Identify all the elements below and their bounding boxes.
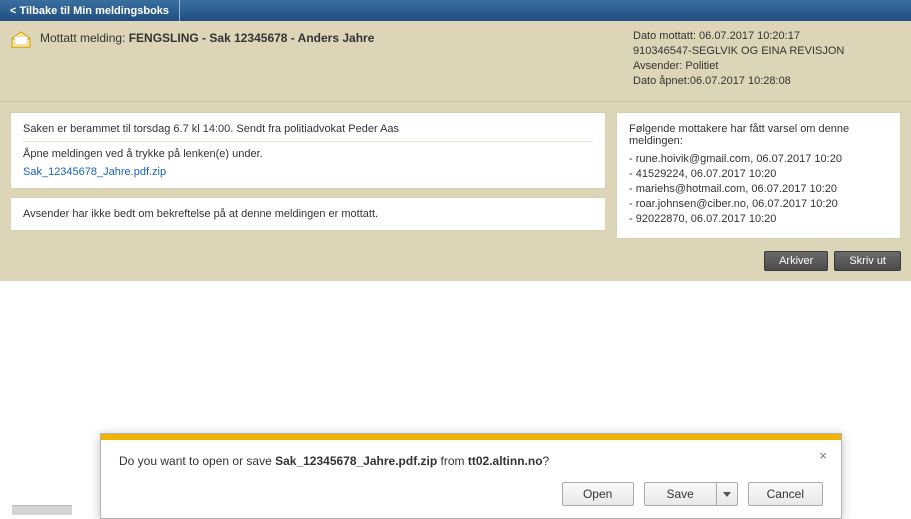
recipients-panel: Følgende mottakere har fått varsel om de… (616, 112, 901, 239)
recipient-item: - mariehs@hotmail.com, 06.07.2017 10:20 (629, 183, 888, 195)
recipient-item: - rune.hoivik@gmail.com, 06.07.2017 10:2… (629, 153, 888, 165)
confirmation-box: Avsender har ikke bedt om bekreftelse på… (10, 197, 606, 231)
meta-received: Dato mottatt: 06.07.2017 10:20:17 (633, 29, 901, 44)
recipients-heading: Følgende mottakere har fått varsel om de… (629, 123, 888, 147)
subject-value: FENGSLING - Sak 12345678 - Anders Jahre (129, 31, 375, 45)
prompt-host: tt02.altinn.no (468, 454, 543, 468)
save-button[interactable]: Save (644, 482, 716, 506)
mail-open-icon (10, 31, 32, 49)
subject-label: Mottatt melding: (40, 31, 129, 45)
recipient-item: - 41529224, 06.07.2017 10:20 (629, 168, 888, 180)
content-area: Saken er berammet til torsdag 6.7 kl 14:… (0, 102, 911, 249)
prompt-middle: from (437, 454, 468, 468)
attachment-link[interactable]: Sak_12345678_Jahre.pdf.zip (23, 166, 166, 178)
meta-sender: Avsender: Politiet (633, 59, 901, 74)
recipient-item: - roar.johnsen@ciber.no, 06.07.2017 10:2… (629, 198, 888, 210)
message-body-text: Saken er berammet til torsdag 6.7 kl 14:… (23, 123, 593, 135)
open-button[interactable]: Open (562, 482, 634, 506)
prompt-suffix: ? (543, 454, 550, 468)
save-dropdown-button[interactable] (716, 482, 738, 506)
top-bar: < Tilbake til Min meldingsboks (0, 0, 911, 21)
download-prompt-text: Do you want to open or save Sak_12345678… (119, 454, 823, 468)
cancel-button[interactable]: Cancel (748, 482, 823, 506)
download-notification-bar: × Do you want to open or save Sak_123456… (100, 433, 842, 519)
save-split-button: Save (644, 482, 738, 506)
close-icon[interactable]: × (815, 448, 831, 464)
meta-org: 910346547-SEGLVIK OG EINA REVISJON (633, 44, 901, 59)
meta-opened: Dato åpnet:06.07.2017 10:28:08 (633, 74, 901, 89)
message-header-panel: Mottatt melding: FENGSLING - Sak 1234567… (0, 21, 911, 102)
message-body-box: Saken er berammet til torsdag 6.7 kl 14:… (10, 112, 606, 189)
actions-bar: Arkiver Skriv ut (0, 249, 911, 281)
message-subject: Mottatt melding: FENGSLING - Sak 1234567… (40, 29, 374, 45)
print-button[interactable]: Skriv ut (834, 251, 901, 271)
confirmation-text: Avsender har ikke bedt om bekreftelse på… (23, 208, 593, 220)
open-instruction: Åpne meldingen ved å trykke på lenken(e)… (23, 148, 593, 160)
divider (23, 141, 593, 142)
back-to-inbox-tab[interactable]: < Tilbake til Min meldingsboks (0, 0, 180, 21)
message-meta: Dato mottatt: 06.07.2017 10:20:17 910346… (633, 29, 901, 89)
prompt-filename: Sak_12345678_Jahre.pdf.zip (275, 454, 437, 468)
chevron-down-icon (723, 492, 731, 497)
taskbar-fragment (12, 505, 72, 515)
recipient-item: - 92022870, 06.07.2017 10:20 (629, 213, 888, 225)
prompt-prefix: Do you want to open or save (119, 454, 275, 468)
archive-button[interactable]: Arkiver (764, 251, 828, 271)
